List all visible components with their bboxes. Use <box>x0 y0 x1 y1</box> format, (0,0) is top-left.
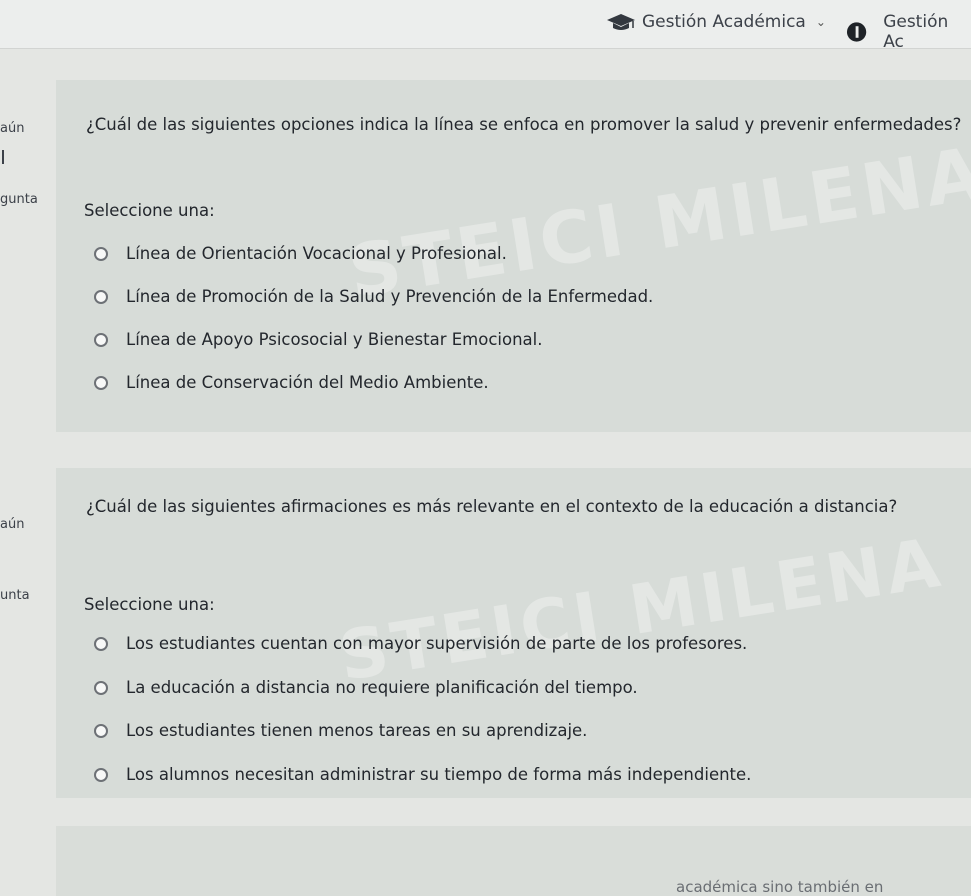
radio-button[interactable] <box>94 289 108 304</box>
nav-academic-label: Gestión Académica <box>642 12 806 32</box>
question2-text: ¿Cuál de las siguientes afirmaciones es … <box>86 497 898 516</box>
radio-button[interactable] <box>94 636 108 651</box>
nav-gestion-label: Gestión Ac <box>883 12 949 52</box>
question2-option-2[interactable]: La educación a distancia no requiere pla… <box>94 678 638 697</box>
question2-pregunta-label: unta <box>0 588 30 603</box>
option-label: Línea de Promoción de la Salud y Prevenc… <box>126 287 654 306</box>
watermark: STEICI MILENA M <box>342 114 971 314</box>
question1-panel: STEICI MILENA M ¿Cuál de las siguientes … <box>56 80 971 432</box>
question2-status: aún <box>0 517 25 532</box>
question1-option-3[interactable]: Línea de Apoyo Psicosocial y Bienestar E… <box>94 330 543 349</box>
chevron-down-icon[interactable]: ⌄ <box>816 15 826 29</box>
graduation-cap-icon <box>607 14 635 30</box>
nav-gestion-academica[interactable]: Gestión Académica ⌄ <box>606 12 826 32</box>
question1-select-label: Seleccione una: <box>84 201 215 220</box>
radio-button[interactable] <box>94 680 108 695</box>
question2-option-3[interactable]: Los estudiantes tienen menos tareas en s… <box>94 721 587 740</box>
top-navbar: Gestión Académica ⌄ Gestión Ac <box>0 0 971 52</box>
question2-panel: STEICI MILENA M ¿Cuál de las siguientes … <box>56 468 971 798</box>
nav-gestion[interactable]: Gestión Ac <box>846 12 971 52</box>
option-label: Los estudiantes cuentan con mayor superv… <box>126 634 748 653</box>
footer-fragment: académica sino también en <box>676 878 884 896</box>
question1-option-2[interactable]: Línea de Promoción de la Salud y Prevenc… <box>94 287 653 306</box>
question2-select-label: Seleccione una: <box>84 595 215 614</box>
option-label: Línea de Conservación del Medio Ambiente… <box>126 373 489 392</box>
question1-option-4[interactable]: Línea de Conservación del Medio Ambiente… <box>94 373 489 392</box>
option-label: Los alumnos necesitan administrar su tie… <box>126 765 752 784</box>
question1-text: ¿Cuál de las siguientes opciones indica … <box>86 115 962 134</box>
radio-button[interactable] <box>94 767 108 782</box>
question1-flag-mark <box>2 150 4 164</box>
question2-option-1[interactable]: Los estudiantes cuentan con mayor superv… <box>94 634 747 653</box>
question2-option-4[interactable]: Los alumnos necesitan administrar su tie… <box>94 765 751 784</box>
radio-button[interactable] <box>94 246 108 261</box>
option-label: Los estudiantes tienen menos tareas en s… <box>126 721 588 740</box>
question1-status: aún <box>0 121 25 136</box>
option-label: Línea de Orientación Vocacional y Profes… <box>126 244 507 263</box>
radio-button[interactable] <box>94 332 108 347</box>
radio-button[interactable] <box>94 723 108 738</box>
circle-icon <box>846 22 867 42</box>
question1-pregunta-label: gunta <box>0 192 38 207</box>
radio-button[interactable] <box>94 375 108 390</box>
option-label: La educación a distancia no requiere pla… <box>126 678 638 697</box>
option-label: Línea de Apoyo Psicosocial y Bienestar E… <box>126 330 543 349</box>
question1-option-1[interactable]: Línea de Orientación Vocacional y Profes… <box>94 244 507 263</box>
watermark: STEICI MILENA M <box>333 507 971 697</box>
